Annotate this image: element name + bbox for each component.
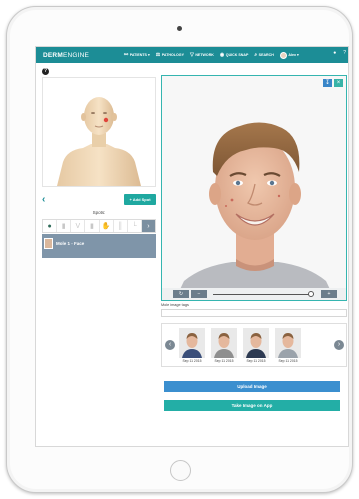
help-nav-icon[interactable]: ? xyxy=(343,50,346,56)
nav-patients[interactable]: ⚯ PATIENTS ▾ xyxy=(124,51,150,58)
spot-list: Mole 1 - Face xyxy=(42,234,156,258)
body-map[interactable] xyxy=(42,77,156,187)
thumbnail-photo xyxy=(243,328,269,358)
home-button[interactable] xyxy=(170,460,191,481)
tablet-frame: DERMENGINE ⚯ PATIENTS ▾ ⚖ PATHOLOGY ▽ NE… xyxy=(6,6,353,493)
spot-marker[interactable] xyxy=(103,117,109,123)
user-name: Alex ▾ xyxy=(288,53,299,57)
nav-search-label: SEARCH xyxy=(258,53,274,57)
close-icon[interactable]: × xyxy=(334,79,343,87)
body-figure xyxy=(57,97,141,186)
nav-search[interactable]: ⌕ SEARCH xyxy=(254,51,274,58)
top-nav: DERMENGINE ⚯ PATIENTS ▾ ⚖ PATHOLOGY ▽ NE… xyxy=(36,47,348,63)
torso-back-icon[interactable]: V xyxy=(71,220,86,232)
nav-right-icons: ● ? xyxy=(333,50,346,56)
spots-label: Spots: xyxy=(92,210,106,215)
hands-icon[interactable]: ✋ xyxy=(100,220,114,232)
spot-view-tabs: ● ▮ V ▮ ✋ ║ └ › xyxy=(42,219,156,233)
upload-image-button[interactable]: Upload Image xyxy=(164,381,340,392)
spot-item-label: Mole 1 - Face xyxy=(56,240,85,246)
list-item[interactable]: Mole 1 - Face xyxy=(44,237,154,249)
tablet-camera xyxy=(177,26,182,31)
image-viewer[interactable]: ↧ × ↻ − + xyxy=(161,75,347,301)
thumbnail-date: Sep 11 2015 xyxy=(214,359,234,363)
head-view-icon[interactable]: ● xyxy=(43,220,58,232)
flask-icon: ⚖ xyxy=(155,51,161,58)
nav-network[interactable]: ▽ NETWORK xyxy=(189,51,214,58)
carousel-next-icon[interactable]: › xyxy=(334,340,344,350)
torso-front-icon[interactable]: ▮ xyxy=(57,220,72,232)
nav-quick-snap-label: QUICK SNAP xyxy=(225,53,249,57)
legs-icon[interactable]: ║ xyxy=(114,220,128,232)
carousel-thumbnail[interactable] xyxy=(211,328,237,358)
image-carousel: ‹ Sep 11 2015 Sep 11 2015 Sep 11 2015 Se… xyxy=(161,323,347,367)
nav-menu: ⚯ PATIENTS ▾ ⚖ PATHOLOGY ▽ NETWORK ◉ QUI… xyxy=(124,51,299,59)
carousel-thumbnail[interactable] xyxy=(179,328,205,358)
app-screen: DERMENGINE ⚯ PATIENTS ▾ ⚖ PATHOLOGY ▽ NE… xyxy=(35,46,349,447)
logo-thin: ENGINE xyxy=(62,51,90,59)
user-menu[interactable]: Alex ▾ xyxy=(279,51,299,59)
app-logo[interactable]: DERMENGINE xyxy=(36,52,124,59)
viewer-tools: ↧ × xyxy=(323,79,343,87)
feet-icon[interactable]: └ xyxy=(128,220,142,232)
carousel-prev-icon[interactable]: ‹ xyxy=(165,340,175,350)
zoom-bar: ↻ − + xyxy=(162,288,346,300)
network-icon: ▽ xyxy=(189,51,194,58)
thumbnail-date: Sep 11 2015 xyxy=(182,359,202,363)
add-spot-button[interactable]: + Add Spot xyxy=(124,194,156,205)
camera-icon: ◉ xyxy=(219,51,225,58)
zoom-slider-handle[interactable] xyxy=(308,291,314,297)
carousel-thumbnail[interactable] xyxy=(243,328,269,358)
download-icon[interactable]: ↧ xyxy=(323,79,332,87)
thumbnail-photo xyxy=(179,328,205,358)
thumbnail-date: Sep 11 2015 xyxy=(246,359,266,363)
carousel-thumbnail[interactable] xyxy=(275,328,301,358)
zoom-out-icon[interactable]: − xyxy=(191,290,207,298)
tags-input[interactable] xyxy=(161,309,347,317)
arms-icon[interactable]: ▮ xyxy=(85,220,100,232)
bell-icon[interactable]: ● xyxy=(333,50,336,56)
thumbnail-photo xyxy=(275,328,301,358)
nav-pathology[interactable]: ⚖ PATHOLOGY xyxy=(155,51,184,58)
tags-label: Mole image tags xyxy=(161,303,189,307)
help-icon[interactable]: ? xyxy=(42,68,49,75)
zoom-slider[interactable] xyxy=(213,293,311,295)
thumbnail-date: Sep 11 2015 xyxy=(278,359,298,363)
thumbnail-photo xyxy=(211,328,237,358)
back-chevron-icon[interactable]: ‹ xyxy=(42,194,45,205)
patient-photo xyxy=(162,76,346,300)
nav-quick-snap[interactable]: ◉ QUICK SNAP xyxy=(219,51,249,58)
group-icon: ⚯ xyxy=(124,51,129,58)
logo-bold: DERM xyxy=(43,51,63,59)
nav-patients-label: PATIENTS ▾ xyxy=(129,53,150,57)
search-icon: ⌕ xyxy=(254,51,258,58)
zoom-in-icon[interactable]: + xyxy=(321,290,337,298)
rotate-icon[interactable]: ↻ xyxy=(173,290,189,298)
take-image-on-app-button[interactable]: Take Image on App xyxy=(164,400,340,411)
spot-thumbnail xyxy=(44,237,53,249)
nav-pathology-label: PATHOLOGY xyxy=(161,53,184,57)
nav-network-label: NETWORK xyxy=(195,53,214,57)
more-view-icon[interactable]: › xyxy=(141,220,155,232)
avatar xyxy=(279,51,287,59)
